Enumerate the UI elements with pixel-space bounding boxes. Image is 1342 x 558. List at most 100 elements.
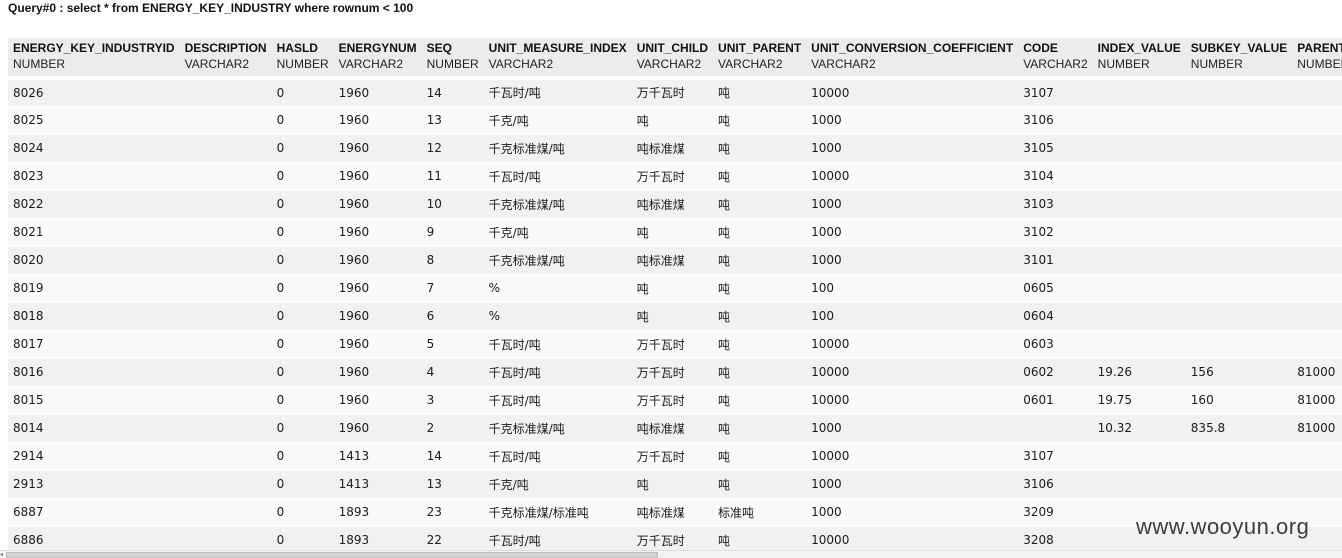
column-header[interactable]: UNIT_MEASURE_INDEX VARCHAR2 — [483, 38, 632, 80]
table-cell[interactable] — [1185, 134, 1293, 163]
horizontal-scrollbar[interactable]: ◂ — [0, 550, 1342, 558]
table-cell[interactable]: 19.75 — [1092, 386, 1186, 415]
table-cell[interactable]: 1413 — [333, 442, 422, 471]
table-cell[interactable]: 0 — [271, 302, 334, 331]
table-cell[interactable]: 吨 — [713, 134, 807, 163]
table-cell[interactable] — [179, 162, 272, 191]
table-row[interactable]: 8023 0 1960 11 千瓦时/吨 万千瓦时吨 10000 3104 — [8, 162, 1342, 191]
table-cell[interactable] — [179, 106, 272, 135]
table-cell[interactable]: 0602 — [1018, 358, 1093, 387]
table-cell[interactable]: 0604 — [1018, 302, 1093, 331]
table-cell[interactable]: 万千瓦时 — [631, 526, 714, 550]
table-cell[interactable]: 0 — [271, 78, 334, 107]
table-cell[interactable]: 吨 — [713, 526, 807, 550]
table-cell[interactable]: 千瓦时/吨 — [483, 526, 632, 550]
table-cell[interactable]: 1960 — [333, 274, 422, 303]
column-header[interactable]: ENERGY_KEY_INDUSTRYID NUMBER — [8, 38, 180, 80]
table-cell[interactable]: 千克/吨 — [483, 470, 632, 499]
table-cell[interactable] — [1292, 330, 1342, 359]
table-cell[interactable]: 吨 — [713, 190, 807, 219]
table-cell[interactable]: 8017 — [8, 330, 180, 359]
table-cell[interactable]: 10000 — [806, 162, 1019, 191]
table-cell[interactable] — [1185, 442, 1293, 471]
table-cell[interactable]: 0 — [271, 386, 334, 415]
table-cell[interactable] — [1185, 330, 1293, 359]
table-cell[interactable]: 吨标准煤 — [631, 190, 714, 219]
table-cell[interactable]: 万千瓦时 — [631, 78, 714, 107]
column-header[interactable]: INDEX_VALUE NUMBER — [1092, 38, 1186, 80]
table-cell[interactable]: 1960 — [333, 134, 422, 163]
table-cell[interactable]: 1000 — [806, 246, 1019, 275]
table-cell[interactable]: 81000 — [1292, 414, 1342, 443]
table-cell[interactable]: 吨标准煤 — [631, 134, 714, 163]
table-row[interactable]: 8017 0 1960 5 千瓦时/吨 万千瓦时吨 10000 0603 — [8, 330, 1342, 359]
table-cell[interactable]: 万千瓦时 — [631, 386, 714, 415]
table-cell[interactable] — [1092, 442, 1186, 471]
table-cell[interactable]: 9 — [421, 218, 484, 247]
table-cell[interactable]: 6886 — [8, 526, 180, 550]
table-cell[interactable]: 0605 — [1018, 274, 1093, 303]
table-cell[interactable] — [1092, 218, 1186, 247]
table-cell[interactable]: 0 — [271, 470, 334, 499]
table-cell[interactable]: 千瓦时/吨 — [483, 330, 632, 359]
table-cell[interactable]: 10 — [421, 190, 484, 219]
column-header[interactable]: SUBKEY_VALUE NUMBER — [1185, 38, 1293, 80]
table-cell[interactable] — [1185, 470, 1293, 499]
table-cell[interactable]: 3101 — [1018, 246, 1093, 275]
table-cell[interactable]: 3 — [421, 386, 484, 415]
table-cell[interactable] — [179, 330, 272, 359]
table-cell[interactable] — [179, 470, 272, 499]
table-cell[interactable]: 3106 — [1018, 106, 1093, 135]
column-header[interactable]: ENERGYNUM VARCHAR2 — [333, 38, 422, 80]
table-cell[interactable]: 4 — [421, 358, 484, 387]
table-cell[interactable] — [1292, 470, 1342, 499]
table-cell[interactable]: 吨 — [713, 78, 807, 107]
column-header[interactable]: SEQ NUMBER — [421, 38, 484, 80]
table-cell[interactable]: 10000 — [806, 358, 1019, 387]
table-cell[interactable] — [1092, 78, 1186, 107]
table-cell[interactable]: 千克/吨 — [483, 106, 632, 135]
table-cell[interactable]: 8025 — [8, 106, 180, 135]
table-cell[interactable] — [1092, 134, 1186, 163]
table-cell[interactable]: 835.8 — [1185, 414, 1293, 443]
table-cell[interactable]: 10000 — [806, 526, 1019, 550]
table-cell[interactable]: 1960 — [333, 162, 422, 191]
table-row[interactable]: 8026 0 1960 14 千瓦时/吨 万千瓦时吨 10000 3107 — [8, 78, 1342, 107]
table-row[interactable]: 8025 0 1960 13 千克/吨吨吨 1000 3106 — [8, 106, 1342, 135]
table-cell[interactable]: 吨 — [713, 442, 807, 471]
table-cell[interactable]: 吨标准煤 — [631, 414, 714, 443]
table-cell[interactable]: 0 — [271, 106, 334, 135]
table-cell[interactable]: 1960 — [333, 78, 422, 107]
table-cell[interactable] — [179, 302, 272, 331]
table-cell[interactable] — [179, 526, 272, 550]
column-header[interactable]: UNIT_PARENT VARCHAR2 — [713, 38, 807, 80]
table-cell[interactable]: 吨 — [631, 218, 714, 247]
table-cell[interactable]: 0 — [271, 274, 334, 303]
table-cell[interactable] — [1092, 470, 1186, 499]
table-cell[interactable]: 7 — [421, 274, 484, 303]
table-cell[interactable]: 81000 — [1292, 386, 1342, 415]
table-cell[interactable]: 3105 — [1018, 134, 1093, 163]
table-row[interactable]: 2913 0 1413 13 千克/吨吨吨 1000 3106 — [8, 470, 1342, 499]
table-cell[interactable]: 吨 — [713, 246, 807, 275]
table-cell[interactable]: 1893 — [333, 498, 422, 527]
table-cell[interactable]: 吨 — [713, 330, 807, 359]
table-cell[interactable]: 2913 — [8, 470, 180, 499]
table-cell[interactable]: 3104 — [1018, 162, 1093, 191]
table-cell[interactable]: 1960 — [333, 190, 422, 219]
table-cell[interactable] — [1292, 302, 1342, 331]
table-cell[interactable] — [179, 78, 272, 107]
table-cell[interactable]: 千克/吨 — [483, 218, 632, 247]
table-cell[interactable] — [179, 218, 272, 247]
table-cell[interactable]: 14 — [421, 78, 484, 107]
table-cell[interactable]: 吨 — [713, 274, 807, 303]
table-cell[interactable]: 千克标准煤/吨 — [483, 246, 632, 275]
table-cell[interactable]: 19.26 — [1092, 358, 1186, 387]
table-row[interactable]: 8021 0 1960 9 千克/吨吨吨 1000 3102 — [8, 218, 1342, 247]
table-cell[interactable]: 2 — [421, 414, 484, 443]
table-cell[interactable]: 1960 — [333, 246, 422, 275]
table-cell[interactable]: 吨 — [713, 162, 807, 191]
table-cell[interactable] — [179, 414, 272, 443]
table-cell[interactable]: 千瓦时/吨 — [483, 442, 632, 471]
table-cell[interactable]: 0 — [271, 414, 334, 443]
